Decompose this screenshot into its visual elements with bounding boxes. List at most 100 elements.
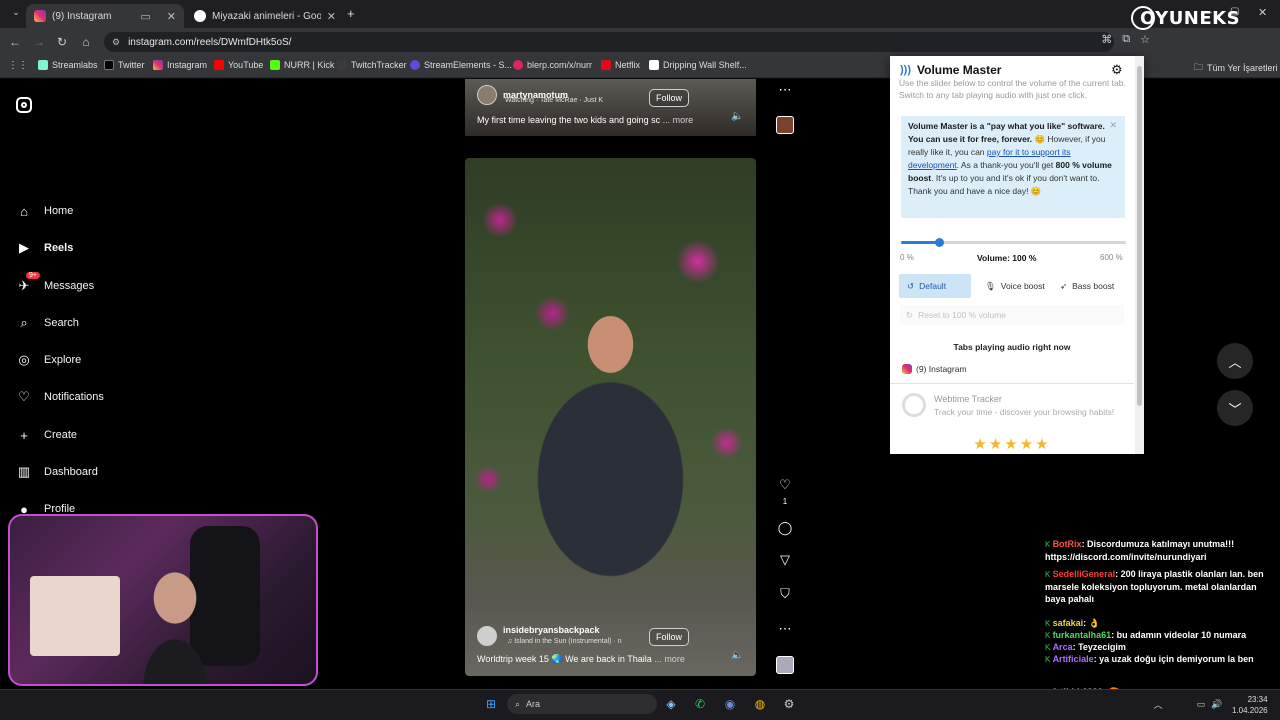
tab-close-icon[interactable]: ✕ (167, 10, 176, 23)
chat-username[interactable]: furkantalha61 (1053, 630, 1112, 640)
new-tab-icon[interactable]: + (347, 6, 355, 21)
chat-username[interactable]: Arca (1053, 642, 1073, 652)
bookmark-netflix[interactable]: Netflix (601, 60, 640, 70)
divider (890, 383, 1134, 384)
audio-thumbnail[interactable] (776, 656, 794, 674)
bookmark-twitter[interactable]: Twitter (104, 60, 145, 70)
nav-home[interactable]: ⌂ Home (16, 203, 73, 219)
reel-video[interactable]: insidebryansbackpack ♫ Island in the Sun… (465, 158, 756, 676)
translate-icon[interactable]: ⌘ (1101, 33, 1112, 46)
instagram-logo-icon[interactable] (16, 97, 32, 113)
tab-google[interactable]: Miyazaki animeleri - Google'da ✕ (186, 4, 344, 28)
chat-badge-icon: K (1045, 655, 1053, 664)
discord-icon[interactable]: ◉ (721, 695, 739, 713)
start-icon[interactable]: ⊞ (482, 695, 500, 713)
reel-caption[interactable]: Worldtrip week 15 🌏 We are back in Thail… (477, 654, 685, 665)
all-bookmarks[interactable]: 🗀 Tüm Yer İşaretleri (1194, 60, 1278, 76)
bookmark-dripping-shelf[interactable]: Dripping Wall Shelf... (649, 60, 747, 70)
plus-icon: + (20, 427, 28, 443)
tab-close-icon[interactable]: ✕ (327, 10, 336, 23)
forward-icon[interactable]: → (27, 35, 51, 49)
bookmark-streamlabs[interactable]: Streamlabs (38, 60, 98, 70)
more-options-icon[interactable]: ⋯ (777, 621, 793, 637)
taskbar-search[interactable]: ⌕ Ara (507, 694, 657, 714)
reel-previous[interactable]: martynamotum Watching · Tate McRae · Jus… (465, 79, 756, 136)
bookmark-kick[interactable]: NURR | Kick (270, 60, 334, 70)
bass-boost-button[interactable]: ➶ Bass boost (1052, 274, 1122, 298)
webtime-tracker-icon[interactable] (902, 393, 926, 417)
audio-tab-item[interactable]: (9) Instagram (902, 364, 967, 374)
nav-create[interactable]: + Create (16, 427, 77, 443)
comment-icon[interactable]: ◯ (777, 520, 793, 536)
tracker-title[interactable]: Webtime Tracker (934, 394, 1002, 404)
site-info-icon[interactable]: ⚙ (112, 37, 120, 48)
twitchtracker-icon (337, 60, 347, 70)
apps-icon[interactable]: ⋮⋮ (8, 60, 28, 71)
popup-scrollbar[interactable] (1135, 56, 1144, 454)
home-button-icon[interactable]: ⌂ (74, 35, 98, 49)
nav-explore[interactable]: ◎ Explore (16, 352, 81, 368)
nav-messages[interactable]: ✈ 9+ Messages (16, 272, 94, 294)
cast-icon[interactable]: ⧉ (1122, 33, 1130, 46)
save-icon[interactable]: ⛉ (777, 586, 793, 602)
scrollbar-thumb[interactable] (1137, 66, 1142, 406)
settings-icon[interactable]: ⚙ (780, 695, 798, 713)
follow-button[interactable]: Follow (649, 89, 690, 107)
speaker-icon[interactable]: 🔈 (731, 111, 743, 122)
speaker-icon[interactable]: 🔊 (1208, 695, 1226, 713)
next-reel-button[interactable]: ﹀ (1217, 390, 1253, 426)
chevron-down-icon: ﹀ (1228, 401, 1242, 417)
audio-thumbnail[interactable] (776, 116, 794, 134)
tab-instagram[interactable]: (9) Instagram ▭ ✕ (26, 4, 184, 28)
tray-chevron-icon[interactable]: ︿ (1149, 695, 1167, 713)
avatar[interactable] (477, 626, 497, 646)
tab-search-icon[interactable]: ⌄ (4, 7, 28, 18)
reels-icon: ▶ (19, 240, 29, 255)
bookmark-youtube[interactable]: YouTube (214, 60, 263, 70)
speaker-icon[interactable]: 🔈 (731, 650, 743, 661)
instagram-icon (902, 364, 912, 374)
nav-reels[interactable]: ▶ Reels (16, 240, 73, 256)
whatsapp-icon[interactable]: ✆ (691, 695, 709, 713)
like-icon[interactable]: ♡ (777, 477, 793, 493)
chat-username[interactable]: safakai (1053, 618, 1084, 628)
tab-audio-icon[interactable]: ▭ (140, 10, 150, 23)
nav-dashboard[interactable]: ▥ Dashboard (16, 464, 98, 480)
volume-slider[interactable] (901, 238, 1126, 247)
audio-info[interactable]: Watching · Tate McRae · Just K (505, 97, 603, 104)
system-clock[interactable]: 23:34 1.04.2026 (1232, 694, 1268, 716)
bookmark-instagram[interactable]: Instagram (153, 60, 207, 70)
audio-info[interactable]: ♫ Island in the Sun (Instrumental) · n (507, 638, 622, 645)
chat-message: K BotRix: Discordumuza katılmayı unutma!… (1045, 538, 1275, 563)
voice-boost-button[interactable]: 🎙 Voice boost (977, 274, 1053, 298)
gear-icon[interactable]: ⚙ (1111, 62, 1123, 78)
back-icon[interactable]: ← (3, 35, 27, 49)
nav-notifications[interactable]: ♡ Notifications (16, 389, 104, 405)
address-bar[interactable]: ⚙ instagram.com/reels/DWmfDHtk5oS/ (104, 32, 1114, 52)
reset-volume-button[interactable]: ↻ Reset to 100 % volume (900, 305, 1124, 325)
follow-button[interactable]: Follow (649, 628, 690, 646)
volume-slider-handle[interactable] (934, 238, 944, 247)
nav-search[interactable]: ⌕ Search (16, 315, 79, 331)
close-icon[interactable]: ✕ (1109, 119, 1117, 132)
window-close-icon[interactable]: ✕ (1258, 6, 1267, 19)
bookmark-streamelements[interactable]: StreamElements - S... (410, 60, 512, 70)
avatar[interactable] (477, 85, 497, 105)
rating-stars[interactable]: ★★★★★ (890, 435, 1134, 453)
share-icon[interactable]: ▽ (777, 552, 793, 568)
bookmark-blerp[interactable]: blerp.com/x/nurr (513, 60, 592, 70)
chat-username[interactable]: Artificiale (1053, 654, 1094, 664)
steam-icon[interactable]: ◈ (662, 695, 680, 713)
reel-caption[interactable]: My first time leaving the two kids and g… (477, 115, 693, 125)
bookmark-twitchtracker[interactable]: TwitchTracker (337, 60, 407, 70)
chrome-icon[interactable]: ◍ (751, 695, 769, 713)
rocket-icon: ➶ (1060, 280, 1068, 291)
chat-username[interactable]: SedelliGeneral (1053, 569, 1116, 579)
bookmark-star-icon[interactable]: ☆ (1140, 33, 1150, 46)
heart-icon: ♡ (18, 389, 30, 404)
more-options-icon[interactable]: ⋯ (777, 82, 793, 98)
chat-username[interactable]: BotRix (1053, 539, 1082, 549)
default-button[interactable]: ↺ Default (899, 274, 971, 298)
previous-reel-button[interactable]: ︿ (1217, 343, 1253, 379)
reload-icon[interactable]: ↻ (50, 35, 74, 49)
